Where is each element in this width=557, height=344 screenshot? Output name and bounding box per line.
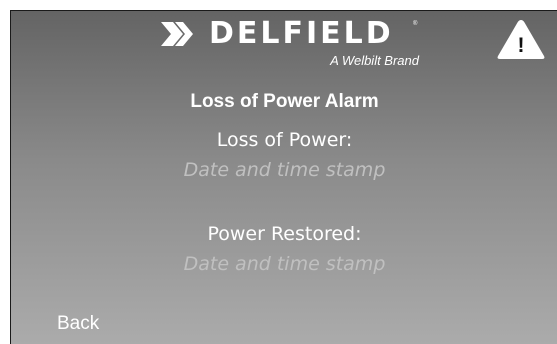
brand-name: DELFIELD	[209, 16, 394, 51]
registered-mark: ®	[413, 21, 418, 27]
page-title: Loss of Power Alarm	[190, 91, 379, 112]
alarm-screen: DELFIELD ® A Welbilt Brand ! Loss of Pow…	[10, 10, 557, 344]
loss-of-power-label: Loss of Power:	[216, 129, 353, 151]
brand-tagline: A Welbilt Brand	[330, 53, 419, 68]
loss-of-power-timestamp: Date and time stamp	[183, 159, 386, 181]
delfield-logo-icon	[161, 22, 193, 46]
alarm-warning-button[interactable]: !	[495, 17, 547, 63]
power-restored-label: Power Restored:	[207, 223, 362, 245]
brand-header: DELFIELD ® A Welbilt Brand	[159, 15, 421, 75]
power-restored-timestamp: Date and time stamp	[183, 253, 386, 275]
back-button[interactable]: Back	[57, 313, 99, 335]
alarm-exclamation: !	[517, 34, 525, 57]
